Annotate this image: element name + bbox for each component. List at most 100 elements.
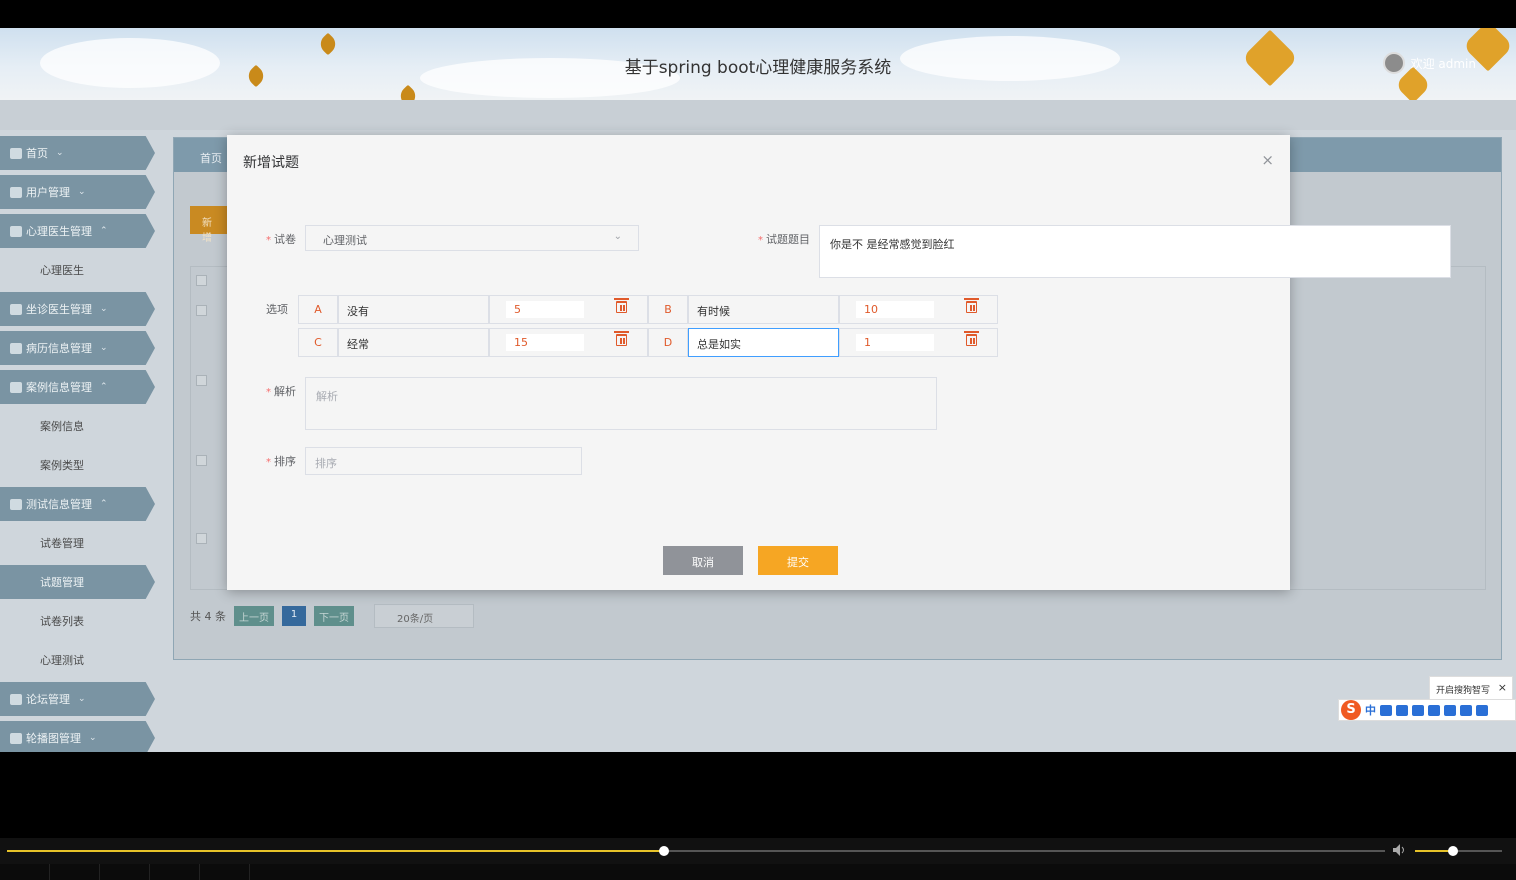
seek-bar-fill: [7, 850, 665, 852]
sidebar-item-clinic-doctors[interactable]: 坐诊医生管理 ⌄: [0, 292, 155, 326]
required-mark: *: [758, 235, 763, 246]
page-title: 基于spring boot心理健康服务系统: [624, 58, 892, 78]
sidebar-item-label: 病历信息管理: [26, 342, 92, 355]
option-score-input[interactable]: 15: [506, 334, 584, 351]
question-textarea[interactable]: 你是不 是经常感觉到脸红: [819, 225, 1451, 278]
required-mark: *: [266, 387, 271, 398]
question-label: * 试题题目: [758, 231, 810, 247]
select-all-checkbox[interactable]: [196, 275, 207, 286]
user-icon: [10, 225, 22, 237]
sidebar-item-label: 案例信息管理: [26, 381, 92, 394]
row-checkbox[interactable]: [196, 375, 207, 386]
dialog-title: 新增试题: [243, 155, 299, 171]
sidebar-subitem-papers[interactable]: 试卷管理: [0, 526, 155, 560]
microphone-icon[interactable]: [1396, 704, 1408, 716]
user-menu[interactable]: 欢迎 admin: [1382, 52, 1476, 74]
required-mark: *: [266, 457, 271, 468]
store-icon: [10, 693, 22, 705]
new-button[interactable]: 新增: [190, 206, 232, 244]
keyboard-icon[interactable]: [1412, 704, 1424, 716]
sidebar: 首页 ⌄ 用户管理 ⌄ 心理医生管理 ⌃ 心理医生 坐诊医生管理 ⌄ 病历信息管理 ⌄ 案…: [0, 136, 160, 752]
option-score-cell: 5: [489, 295, 648, 324]
chevron-down-icon: ⌄: [100, 343, 108, 353]
volume-icon[interactable]: [1393, 844, 1407, 856]
sidebar-item-label: 首页: [26, 147, 48, 160]
sidebar-subitem-questions[interactable]: 试题管理: [0, 565, 155, 599]
sidebar-item-carousel[interactable]: 轮播图管理 ⌄: [0, 721, 155, 752]
question-label-text: 试题题目: [766, 233, 810, 246]
option-text-input[interactable]: 总是如实: [688, 328, 839, 357]
prev-page-button[interactable]: 上一页: [234, 606, 274, 626]
ime-mode-toggle[interactable]: 中: [1365, 702, 1376, 718]
trash-icon[interactable]: [614, 298, 629, 313]
ime-toolbar[interactable]: S 中: [1338, 699, 1516, 721]
trash-icon[interactable]: [614, 331, 629, 346]
chevron-up-icon: ⌃: [100, 382, 108, 392]
page-number[interactable]: 1: [282, 606, 306, 626]
chevron-down-icon: ⌄: [100, 304, 108, 314]
cancel-button[interactable]: 取消: [663, 546, 743, 575]
avatar[interactable]: [1382, 52, 1405, 74]
ime-tooltip[interactable]: 开启搜狗智写 ×: [1429, 676, 1513, 700]
page-size-select[interactable]: 20条/页: [374, 604, 474, 628]
close-icon[interactable]: ×: [1498, 681, 1507, 694]
option-text-input[interactable]: 经常: [338, 328, 489, 357]
option-score-input[interactable]: 10: [856, 301, 934, 318]
chevron-down-icon: ⌄: [78, 694, 86, 704]
sidebar-item-users[interactable]: 用户管理 ⌄: [0, 175, 155, 209]
seek-handle[interactable]: [659, 846, 670, 856]
option-letter: D: [648, 328, 688, 357]
option-score-input[interactable]: 5: [506, 301, 584, 318]
sidebar-item-label: 心理医生管理: [26, 225, 92, 238]
paper-select[interactable]: 心理测试 ⌄: [305, 225, 639, 251]
analysis-textarea[interactable]: 解析: [305, 377, 937, 430]
gamepad-icon[interactable]: [1444, 704, 1456, 716]
sidebar-subitem-case-type[interactable]: 案例类型: [0, 448, 155, 482]
paper-label: * 试卷: [266, 231, 296, 247]
settings-icon[interactable]: [1476, 704, 1488, 716]
sidebar-item-records[interactable]: 病历信息管理 ⌄: [0, 331, 155, 365]
next-page-button[interactable]: 下一页: [314, 606, 354, 626]
sidebar-item-doctors[interactable]: 心理医生管理 ⌃: [0, 214, 155, 248]
sidebar-item-label: 用户管理: [26, 186, 70, 199]
trash-icon[interactable]: [964, 298, 979, 313]
close-icon[interactable]: ×: [1261, 151, 1274, 169]
trash-icon[interactable]: [964, 331, 979, 346]
punctuation-icon[interactable]: [1380, 704, 1392, 716]
sidebar-item-cases[interactable]: 案例信息管理 ⌃: [0, 370, 155, 404]
sort-input[interactable]: 排序: [305, 447, 582, 475]
row-checkbox[interactable]: [196, 533, 207, 544]
skin-icon[interactable]: [1428, 704, 1440, 716]
option-text-input[interactable]: 有时候: [688, 295, 839, 324]
add-question-dialog: 新增试题 × * 试卷 心理测试 ⌄ * 试题题目 你是不 是经常感觉到脸红 选项 …: [227, 135, 1451, 590]
car-icon: [10, 381, 22, 393]
sogou-logo-icon: S: [1341, 700, 1361, 720]
option-score-input[interactable]: 1: [856, 334, 934, 351]
strip-cell: [200, 864, 250, 880]
sidebar-item-label: 坐诊医生管理: [26, 303, 92, 316]
volume-handle[interactable]: [1448, 846, 1459, 856]
option-letter: A: [298, 295, 338, 324]
chevron-down-icon: ⌄: [56, 148, 64, 158]
volume-slider[interactable]: [1415, 846, 1502, 856]
options-row: A 没有 5 B 有时候 10: [298, 295, 1000, 324]
option-letter: B: [648, 295, 688, 324]
sort-label-text: 排序: [274, 455, 296, 468]
chevron-down-icon: ⌄: [613, 231, 622, 242]
row-checkbox[interactable]: [196, 305, 207, 316]
sidebar-item-forum[interactable]: 论坛管理 ⌄: [0, 682, 155, 716]
strip-cell: [50, 864, 100, 880]
seek-bar[interactable]: [7, 846, 1385, 856]
sidebar-subitem-paper-list[interactable]: 试卷列表: [0, 604, 155, 638]
table-icon: [10, 342, 22, 354]
sidebar-item-tests[interactable]: 测试信息管理 ⌃: [0, 487, 155, 521]
grid-icon[interactable]: [1460, 704, 1472, 716]
sidebar-subitem-case-info[interactable]: 案例信息: [0, 409, 155, 443]
sidebar-subitem-doctor[interactable]: 心理医生: [0, 253, 155, 287]
sidebar-subitem-psych-test[interactable]: 心理测试: [0, 643, 155, 677]
option-score-cell: 1: [839, 328, 998, 357]
submit-button[interactable]: 提交: [758, 546, 838, 575]
option-text-input[interactable]: 没有: [338, 295, 489, 324]
row-checkbox[interactable]: [196, 455, 207, 466]
sidebar-item-home[interactable]: 首页 ⌄: [0, 136, 155, 170]
